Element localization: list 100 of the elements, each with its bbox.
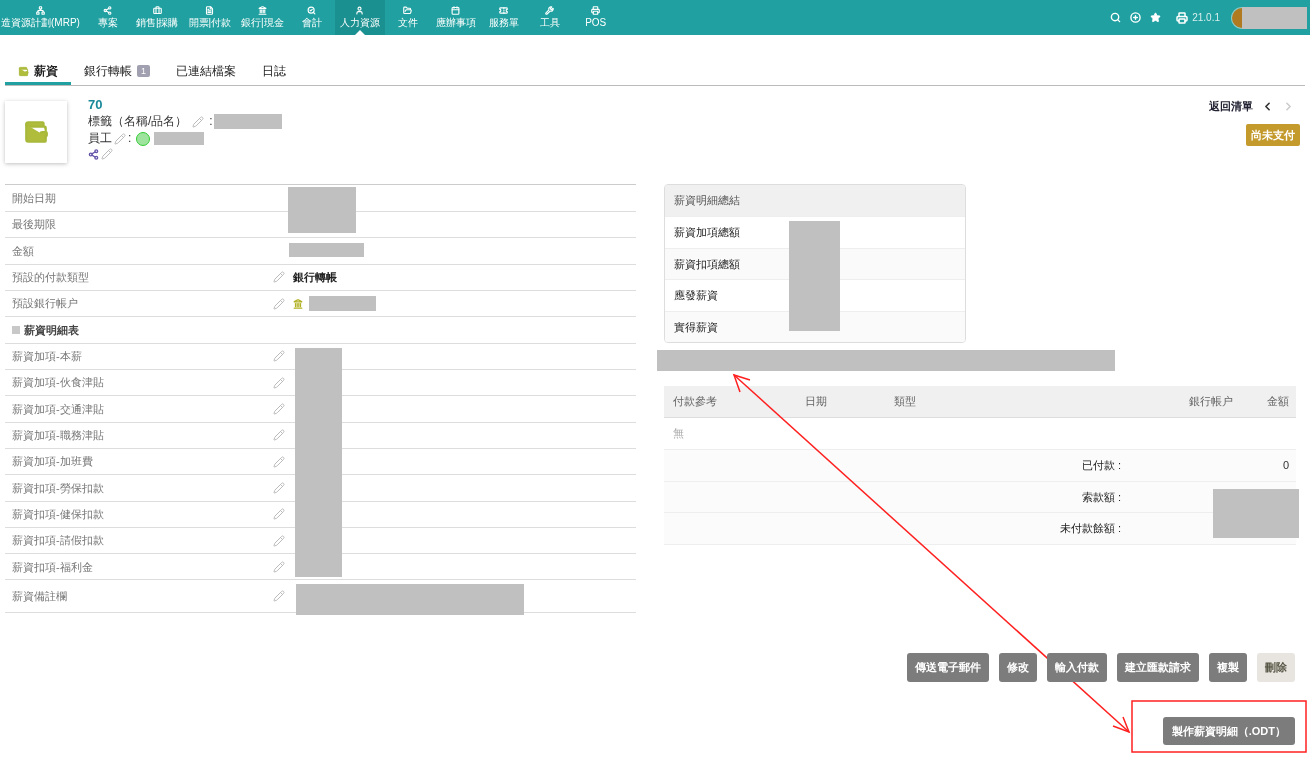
field-label: 預設的付款類型: [11, 269, 90, 285]
project-link-icon[interactable]: [88, 148, 99, 160]
pencil-icon[interactable]: [273, 508, 285, 521]
magnifier-icon: [307, 6, 317, 15]
action-button[interactable]: 修改: [999, 653, 1037, 682]
nodes-icon: [35, 6, 45, 15]
selected-caret-icon: [354, 30, 365, 35]
nav-item[interactable]: 應辦事項: [430, 0, 481, 35]
pencil-icon[interactable]: [114, 132, 126, 145]
field-label: 預設銀行帳户: [11, 296, 79, 312]
total-label: 已付款 :: [1080, 458, 1121, 473]
nav-item[interactable]: 開票|付款: [183, 0, 237, 35]
pencil-icon[interactable]: [273, 455, 285, 468]
field-label: 標籤（名稱/品名）: [88, 113, 188, 130]
print-icon[interactable]: [1176, 11, 1189, 24]
pencil-icon[interactable]: [273, 376, 285, 389]
version-label: 21.0.1: [1192, 11, 1220, 25]
nav-item[interactable]: 工具: [526, 0, 573, 35]
folder-icon: [403, 6, 413, 15]
redaction-block: [1242, 6, 1307, 29]
document-icon: [205, 6, 215, 15]
ticket-icon: [499, 6, 509, 15]
field-label: 薪資加項-伙食津貼: [11, 375, 105, 391]
person-icon: [355, 6, 365, 15]
field-label: 薪資扣項-健保扣款: [11, 506, 105, 522]
search-icon[interactable]: [1110, 12, 1122, 23]
action-button[interactable]: 複製: [1209, 653, 1247, 682]
wallet-icon: [18, 65, 29, 77]
total-label: 未付款餘額 :: [1058, 521, 1121, 536]
nav-item[interactable]: 專案: [84, 0, 131, 35]
summary-label: 應發薪資: [674, 288, 718, 303]
field-label: 薪資加項-交通津貼: [11, 401, 105, 417]
generate-payslip-button[interactable]: 製作薪資明細（.ODT）: [1162, 717, 1295, 745]
column-header: 類型: [894, 394, 917, 410]
summary-label: 薪資扣項總額: [674, 256, 740, 272]
field-label: 最後期限: [11, 217, 57, 232]
calendar-icon: [451, 6, 461, 15]
tab[interactable]: 薪資: [5, 60, 71, 85]
total-label: 索款額 :: [1080, 489, 1121, 505]
action-button[interactable]: 輸入付款: [1047, 653, 1107, 682]
employee-avatar: [136, 131, 151, 146]
register-icon: [591, 6, 601, 15]
star-icon[interactable]: [1150, 12, 1162, 23]
total-value: 0: [1281, 458, 1290, 473]
column-header: 付款參考: [672, 394, 718, 410]
nav-item[interactable]: 銀行|現金: [236, 0, 289, 35]
field-label: 薪資備註欄: [11, 589, 68, 605]
summary-title: 薪資明細總結: [665, 185, 965, 216]
wallet-icon: [23, 119, 49, 145]
pencil-icon[interactable]: [273, 271, 285, 284]
redaction-block: [154, 132, 205, 145]
tab[interactable]: 已連結檔案: [163, 60, 249, 85]
pencil-icon[interactable]: [273, 481, 285, 494]
pencil-icon[interactable]: [273, 429, 285, 442]
pencil-icon[interactable]: [192, 115, 205, 128]
pencil-icon[interactable]: [273, 534, 285, 547]
colon: :: [209, 113, 213, 130]
back-to-list-link[interactable]: 返回清單: [1209, 98, 1253, 115]
column-header: 金額: [1266, 394, 1290, 410]
pencil-icon[interactable]: [273, 590, 285, 603]
tab[interactable]: 日誌: [249, 60, 299, 85]
pencil-icon[interactable]: [273, 403, 285, 416]
pencil-icon[interactable]: [273, 560, 285, 573]
status-badge: 尚未支付: [1246, 123, 1300, 146]
redaction-block: [309, 296, 376, 311]
summary-label: 實得薪資: [674, 319, 718, 335]
pencil-icon[interactable]: [273, 297, 285, 310]
network-icon: [103, 6, 113, 15]
nav-item[interactable]: 服務單: [480, 0, 527, 35]
nav-item[interactable]: 銷售|採購: [130, 0, 184, 35]
redaction-block: [288, 187, 356, 233]
field-label: 薪資扣項-福利金: [11, 559, 94, 575]
field-label: 薪資扣項-勞保扣款: [11, 480, 105, 496]
nav-item[interactable]: 造資源計劃(MRP): [0, 0, 85, 35]
nav-item[interactable]: POS: [572, 0, 619, 35]
field-label: 薪資加項-本薪: [11, 349, 83, 365]
field-label: 薪資加項-加班費: [11, 454, 94, 470]
plus-circle-icon[interactable]: [1130, 12, 1142, 23]
field-value: 銀行轉帳: [293, 269, 337, 285]
redaction-block: [213, 114, 282, 129]
section-title: 薪資明細表: [24, 322, 79, 338]
nav-item[interactable]: 人力資源: [334, 0, 385, 35]
bank-icon: [293, 298, 303, 309]
field-label: 薪資扣項-請假扣款: [11, 533, 105, 549]
tools-icon: [545, 6, 555, 15]
nav-item[interactable]: 文件: [384, 0, 431, 35]
bank-icon: [257, 6, 267, 15]
colon: :: [128, 130, 132, 147]
field-label: 薪資加項-職務津貼: [11, 428, 105, 444]
briefcase-icon: [152, 6, 162, 15]
section-square-icon: [12, 326, 20, 335]
column-header: 日期: [805, 394, 828, 410]
action-button[interactable]: 傳送電子郵件: [907, 653, 989, 682]
count-badge: 1: [137, 65, 150, 77]
pencil-icon[interactable]: [273, 350, 285, 363]
summary-label: 薪資加項總額: [674, 225, 740, 240]
action-button[interactable]: 建立匯款請求: [1117, 653, 1199, 682]
field-label: 員工: [88, 130, 112, 147]
nav-item[interactable]: 會計: [288, 0, 335, 35]
tab[interactable]: 銀行轉帳 1: [71, 60, 163, 85]
